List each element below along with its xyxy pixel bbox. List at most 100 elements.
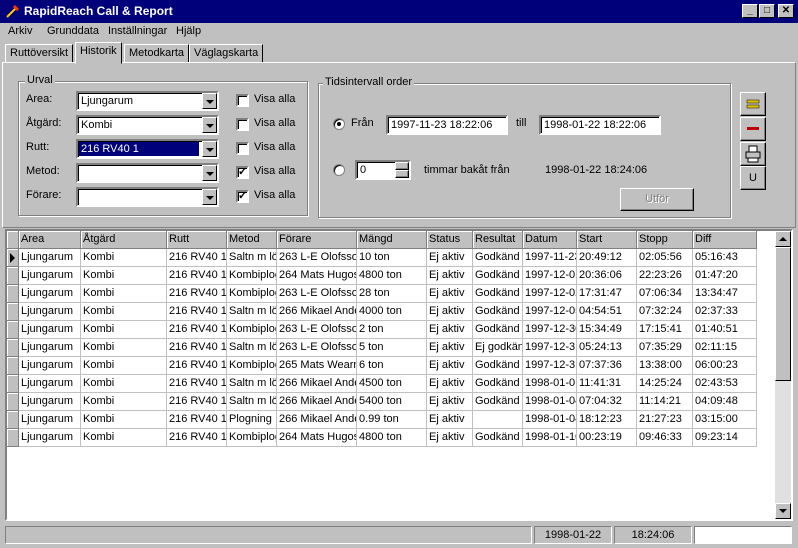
table-cell[interactable]: 1998-01-01 — [523, 375, 577, 393]
table-cell[interactable]: 06:00:23 — [693, 357, 757, 375]
table-cell[interactable]: Kombi — [81, 285, 167, 303]
table-cell[interactable]: 01:40:51 — [693, 321, 757, 339]
vertical-scrollbar[interactable] — [775, 231, 791, 519]
table-cell[interactable]: 1997-12-02 — [523, 285, 577, 303]
table-cell[interactable]: 02:37:33 — [693, 303, 757, 321]
column-header[interactable]: Resultat — [473, 231, 523, 249]
fran-radio[interactable] — [333, 118, 345, 130]
forare-combo[interactable] — [76, 187, 219, 207]
table-row[interactable]: Ljungarum Kombi 216 RV40 1 Kombiplog 265 Mat… — [7, 357, 757, 375]
table-cell[interactable]: Ej godkän — [473, 339, 523, 357]
table-cell[interactable]: 02:05:56 — [637, 249, 693, 267]
rutt-visa-alla-checkbox[interactable] — [236, 142, 249, 155]
minimize-button[interactable]: _ — [742, 4, 758, 18]
table-cell[interactable]: Kombi — [81, 249, 167, 267]
table-cell[interactable]: 04:09:48 — [693, 393, 757, 411]
table-cell[interactable]: Saltn m lö — [227, 303, 277, 321]
table-cell[interactable]: Kombi — [81, 339, 167, 357]
table-cell[interactable]: 01:47:20 — [693, 267, 757, 285]
row-header[interactable] — [7, 285, 19, 303]
table-cell[interactable]: Ljungarum — [19, 339, 81, 357]
table-cell[interactable]: 02:11:15 — [693, 339, 757, 357]
table-cell[interactable]: 07:37:36 — [577, 357, 637, 375]
table-cell[interactable]: 265 Mats Wearn — [277, 357, 357, 375]
table-cell[interactable]: Godkänd — [473, 375, 523, 393]
table-row[interactable]: Ljungarum Kombi 216 RV40 1 Saltn m lö 263 L-… — [7, 339, 757, 357]
table-cell[interactable]: 17:15:41 — [637, 321, 693, 339]
table-cell[interactable]: Godkänd — [473, 285, 523, 303]
chevron-down-icon[interactable] — [202, 117, 217, 133]
table-cell[interactable]: 216 RV40 1 — [167, 411, 227, 429]
table-cell[interactable]: 11:14:21 — [637, 393, 693, 411]
scroll-thumb[interactable] — [775, 247, 791, 381]
table-cell[interactable]: 07:06:34 — [637, 285, 693, 303]
table-cell[interactable]: Plogning — [227, 411, 277, 429]
table-cell[interactable]: Ljungarum — [19, 375, 81, 393]
table-row[interactable]: Ljungarum Kombi 216 RV40 1 Saltn m lö 263 L-… — [7, 249, 757, 267]
table-cell[interactable]: Ej aktiv — [427, 339, 473, 357]
column-header[interactable]: Status — [427, 231, 473, 249]
utfor-button[interactable]: Utför — [620, 188, 694, 211]
tab-vaglagskarta[interactable]: Väglagskarta — [189, 44, 264, 63]
row-header[interactable] — [7, 303, 19, 321]
table-cell[interactable]: Ljungarum — [19, 267, 81, 285]
table-cell[interactable]: Saltn m lö — [227, 249, 277, 267]
table-cell[interactable]: 1998-01-10 — [523, 429, 577, 447]
table-row[interactable]: Ljungarum Kombi 216 RV40 1 Kombiplog 263 L-E… — [7, 321, 757, 339]
table-cell[interactable]: 6 ton — [357, 357, 427, 375]
u-button[interactable]: U — [740, 166, 766, 190]
column-header[interactable]: Datum — [523, 231, 577, 249]
table-cell[interactable]: 266 Mikael Ande — [277, 393, 357, 411]
table-cell[interactable]: Kombiplog — [227, 321, 277, 339]
tab-ruttoversikt[interactable]: Ruttöversikt — [5, 44, 74, 63]
table-cell[interactable]: Ej aktiv — [427, 249, 473, 267]
chevron-down-icon[interactable] — [202, 189, 217, 205]
column-header[interactable]: Åtgärd — [81, 231, 167, 249]
table-cell[interactable]: Kombi — [81, 393, 167, 411]
table-cell[interactable]: 05:24:13 — [577, 339, 637, 357]
table-cell[interactable]: 0.99 ton — [357, 411, 427, 429]
table-cell[interactable]: 5 ton — [357, 339, 427, 357]
row-header[interactable] — [7, 393, 19, 411]
column-header[interactable]: Area — [19, 231, 81, 249]
hours-down-button[interactable] — [395, 170, 409, 178]
rutt-combo[interactable]: 216 RV40 1 — [76, 139, 219, 159]
table-cell[interactable]: 263 L-E Olofsson — [277, 321, 357, 339]
table-cell[interactable]: 216 RV40 1 — [167, 393, 227, 411]
timmar-radio[interactable] — [333, 164, 345, 176]
table-cell[interactable]: 264 Mats Hugoss — [277, 267, 357, 285]
table-cell[interactable]: 4000 ton — [357, 303, 427, 321]
menu-arkiv[interactable]: Arkiv — [8, 25, 32, 37]
table-cell[interactable]: 2 ton — [357, 321, 427, 339]
table-row[interactable]: Ljungarum Kombi 216 RV40 1 Kombiplog 263 L-E… — [7, 285, 757, 303]
forare-visa-alla-checkbox[interactable]: ✓ — [236, 190, 249, 203]
row-header[interactable] — [7, 357, 19, 375]
table-cell[interactable]: 04:54:51 — [577, 303, 637, 321]
minus-button[interactable] — [740, 117, 766, 141]
table-cell[interactable]: Ej aktiv — [427, 411, 473, 429]
column-header[interactable]: Förare — [277, 231, 357, 249]
table-cell[interactable]: 1997-12-31 — [523, 357, 577, 375]
close-button[interactable]: ✕ — [778, 4, 794, 18]
table-cell[interactable]: 09:46:33 — [637, 429, 693, 447]
menu-grunddata[interactable]: Grunddata — [47, 25, 99, 37]
table-cell[interactable]: 216 RV40 1 — [167, 249, 227, 267]
equals-button[interactable] — [740, 92, 766, 116]
table-cell[interactable]: Godkänd — [473, 429, 523, 447]
table-cell[interactable]: 1997-12-01 — [523, 267, 577, 285]
table-cell[interactable]: Kombi — [81, 267, 167, 285]
table-cell[interactable]: 28 ton — [357, 285, 427, 303]
tab-historik[interactable]: Historik — [75, 42, 122, 64]
table-cell[interactable]: Kombi — [81, 321, 167, 339]
table-cell[interactable]: 07:32:24 — [637, 303, 693, 321]
table-cell[interactable]: 14:25:24 — [637, 375, 693, 393]
table-cell[interactable]: 07:35:29 — [637, 339, 693, 357]
table-cell[interactable]: Kombi — [81, 411, 167, 429]
metod-visa-alla-checkbox[interactable]: ✓ — [236, 166, 249, 179]
table-cell[interactable]: 216 RV40 1 — [167, 267, 227, 285]
table-cell[interactable]: 10 ton — [357, 249, 427, 267]
table-cell[interactable]: Ljungarum — [19, 321, 81, 339]
scroll-down-button[interactable] — [775, 503, 791, 519]
table-cell[interactable]: 20:36:06 — [577, 267, 637, 285]
current-row-indicator[interactable] — [7, 249, 19, 267]
